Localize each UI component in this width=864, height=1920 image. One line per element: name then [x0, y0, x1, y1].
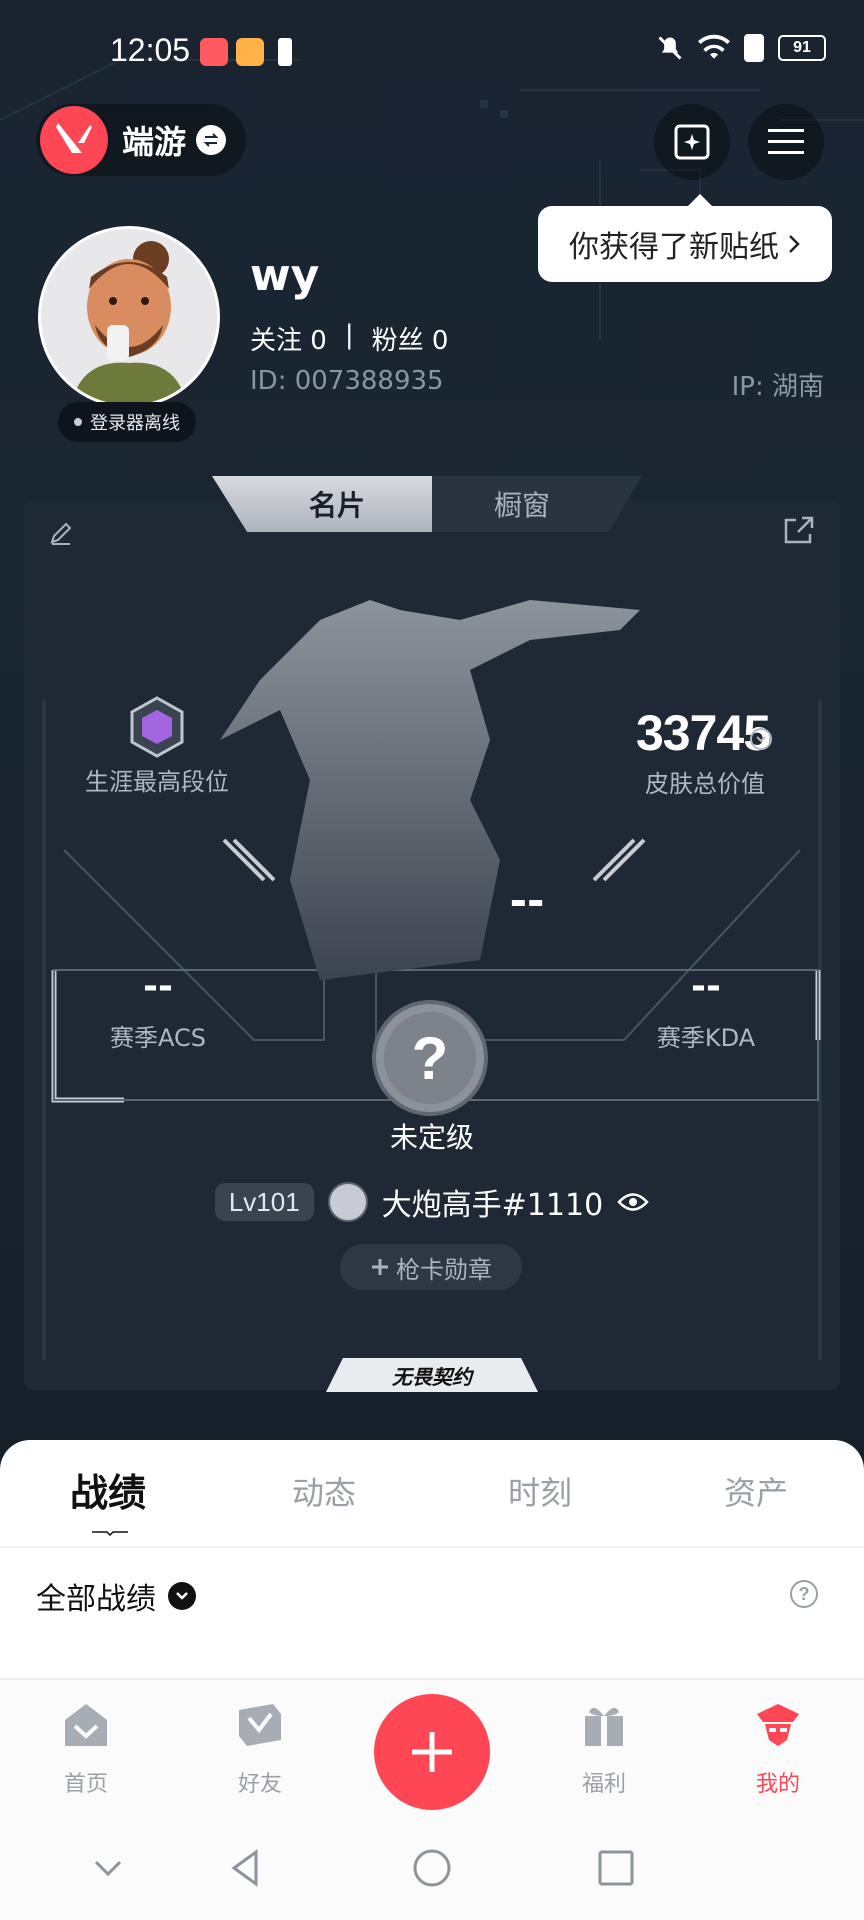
back-triangle-icon[interactable] — [224, 1846, 268, 1890]
tab-moments[interactable]: 时刻 — [432, 1462, 648, 1542]
nav-item-home[interactable]: 首页 — [36, 1700, 136, 1798]
plus-icon — [412, 1732, 452, 1772]
skin-value[interactable]: 33745 — [636, 704, 771, 762]
valorant-logo-icon — [40, 106, 108, 174]
new-sticker-tooltip[interactable]: 你获得了新贴纸 — [538, 194, 832, 282]
skin-value-label: 皮肤总价值 — [645, 770, 765, 798]
create-post-button[interactable] — [374, 1694, 490, 1810]
notification-app-icon — [236, 38, 264, 66]
nav-item-benefits[interactable]: 福利 — [554, 1700, 654, 1798]
user-id: ID: 007388935 — [250, 366, 444, 396]
plus-icon — [372, 1259, 388, 1275]
valorant-brand-logo: 无畏契约 — [326, 1358, 538, 1392]
battery-icon: 91 — [778, 35, 826, 61]
home-icon — [65, 1704, 107, 1746]
battery-level: 91 — [793, 39, 811, 56]
season-kda-value: -- — [691, 966, 721, 1007]
stats-separator: | — [344, 320, 354, 350]
user-avatar[interactable] — [38, 226, 220, 408]
follow-stats: 关注 0 | 粉丝 0 — [250, 320, 448, 357]
center-stat-value: -- — [509, 876, 545, 925]
divider — [0, 1546, 864, 1548]
nav-label-friends: 好友 — [237, 1772, 282, 1797]
player-card-avatar — [327, 1182, 368, 1222]
share-icon[interactable] — [782, 516, 816, 546]
brand-text: 无畏契约 — [392, 1364, 472, 1389]
season-acs-value: -- — [143, 966, 173, 1007]
sticker-icon — [674, 124, 710, 160]
career-rank-label: 生涯最高段位 — [85, 768, 229, 796]
level-badge: Lv101 — [214, 1183, 314, 1221]
recents-square-icon[interactable] — [594, 1846, 638, 1890]
edit-icon[interactable] — [48, 520, 74, 546]
offline-dot-icon — [74, 418, 82, 426]
gift-icon — [585, 1707, 623, 1746]
filter-label: 全部战绩 — [36, 1582, 156, 1617]
collapse-chevron-icon[interactable] — [86, 1846, 130, 1890]
battery-alert-icon — [278, 38, 292, 66]
app-name: 端游 — [122, 123, 187, 161]
following-count: 0 — [310, 326, 327, 356]
notification-app-icon — [200, 38, 228, 66]
followers-link[interactable]: 粉丝 0 — [372, 320, 449, 357]
status-text: 登录器离线 — [90, 413, 180, 434]
swap-icon — [196, 125, 227, 155]
chevron-down-icon — [168, 1582, 196, 1610]
tab-assets[interactable]: 资产 — [648, 1462, 864, 1542]
username: wy — [250, 250, 320, 301]
menu-button[interactable] — [748, 104, 824, 180]
status-icons: 91 — [656, 34, 826, 62]
menu-icon — [768, 129, 804, 154]
eye-icon[interactable] — [617, 1191, 649, 1213]
nav-item-me[interactable]: 我的 — [728, 1700, 828, 1798]
alert-icon — [744, 34, 764, 62]
status-time: 12:05 — [110, 32, 191, 68]
question-mark-icon: ? — [384, 1012, 476, 1104]
bottom-nav-divider — [0, 1678, 864, 1680]
home-circle-icon[interactable] — [410, 1846, 454, 1890]
mute-icon — [658, 36, 682, 60]
add-medal-button[interactable]: 枪卡勋章 — [340, 1244, 522, 1290]
tab-namecard[interactable]: 名片 — [212, 476, 432, 532]
following-label: 关注 — [250, 326, 303, 356]
profile-icon — [757, 1704, 799, 1746]
nav-item-friends[interactable]: 好友 — [210, 1700, 310, 1798]
chevron-right-icon — [789, 235, 800, 253]
status-badge: 登录器离线 — [58, 402, 196, 442]
followers-label: 粉丝 — [371, 326, 424, 356]
nav-label-home: 首页 — [63, 1772, 108, 1797]
sticker-tip-text: 你获得了新贴纸 — [569, 230, 779, 265]
sticker-button[interactable] — [654, 104, 730, 180]
agent-silhouette — [220, 600, 640, 980]
rank-label: 未定级 — [389, 1121, 474, 1154]
ip-location: IP: 湖南 — [731, 372, 824, 402]
player-tag: 大炮高手#1110 — [381, 1188, 604, 1223]
following-link[interactable]: 关注 0 — [250, 320, 327, 357]
help-icon[interactable]: ? — [790, 1580, 818, 1608]
chevron-down-icon[interactable] — [750, 728, 772, 750]
tab-activity[interactable]: 动态 — [216, 1462, 432, 1542]
friends-icon — [239, 1704, 281, 1746]
tab-showcase[interactable]: 橱窗 — [432, 476, 642, 532]
unranked-icon: ? — [372, 1000, 488, 1116]
app-switcher[interactable]: 端游 — [36, 104, 246, 176]
medal-button-label: 枪卡勋章 — [396, 1255, 492, 1284]
season-acs-label: 赛季ACS — [110, 1024, 206, 1052]
season-kda-label: 赛季KDA — [656, 1024, 756, 1052]
wifi-icon — [698, 34, 730, 59]
career-rank-icon — [128, 696, 186, 758]
followers-count: 0 — [431, 326, 449, 356]
nav-label-me: 我的 — [755, 1772, 800, 1797]
records-filter[interactable]: 全部战绩 — [36, 1574, 196, 1618]
nav-label-benefits: 福利 — [581, 1772, 626, 1797]
player-info-row: Lv101 大炮高手#1110 — [0, 1180, 864, 1224]
active-tab-indicator — [92, 1531, 128, 1536]
